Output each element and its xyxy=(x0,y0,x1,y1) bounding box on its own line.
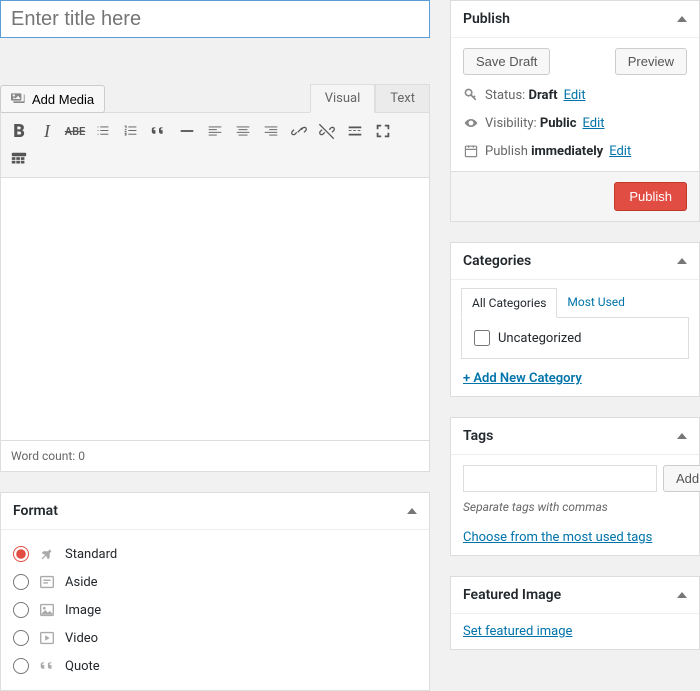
category-tab-most-used[interactable]: Most Used xyxy=(557,288,635,317)
format-radio[interactable] xyxy=(13,546,29,562)
editor-tab-text[interactable]: Text xyxy=(375,84,430,113)
blockquote-button[interactable] xyxy=(145,117,173,145)
tags-help: Separate tags with commas xyxy=(463,500,687,514)
tags-panel-header[interactable]: Tags xyxy=(451,418,699,455)
pin-icon xyxy=(37,544,57,564)
align-center-button[interactable] xyxy=(229,117,257,145)
numbered-list-button[interactable] xyxy=(117,117,145,145)
format-option-standard[interactable]: Standard xyxy=(13,540,417,568)
collapse-icon xyxy=(677,592,687,598)
editor-tab-visual[interactable]: Visual xyxy=(310,84,376,113)
collapse-icon xyxy=(677,258,687,264)
editor-toolbar: B I ABE xyxy=(1,113,429,178)
link-button[interactable] xyxy=(285,117,313,145)
hr-button[interactable] xyxy=(173,117,201,145)
strikethrough-button[interactable]: ABE xyxy=(61,117,89,145)
content-area[interactable] xyxy=(1,178,429,440)
category-tab-all[interactable]: All Categories xyxy=(461,288,557,318)
eye-icon xyxy=(463,115,479,131)
set-featured-image-link[interactable]: Set featured image xyxy=(463,624,572,639)
add-category-link[interactable]: + Add New Category xyxy=(463,371,582,386)
publish-title: Publish xyxy=(463,11,510,27)
italic-button[interactable]: I xyxy=(33,117,61,145)
align-left-button[interactable] xyxy=(201,117,229,145)
format-label: Aside xyxy=(65,575,98,590)
category-label: Uncategorized xyxy=(498,331,581,346)
media-icon xyxy=(11,91,27,107)
edit-status-link[interactable]: Edit xyxy=(564,88,586,103)
add-tag-button[interactable]: Add xyxy=(663,465,700,492)
tags-title: Tags xyxy=(463,428,493,444)
calendar-icon xyxy=(463,143,479,159)
collapse-icon xyxy=(677,433,687,439)
toolbar-toggle-button[interactable] xyxy=(5,145,33,173)
format-option-video[interactable]: Video xyxy=(13,624,417,652)
format-radio[interactable] xyxy=(13,630,29,646)
featured-image-title: Featured Image xyxy=(463,587,561,603)
edit-schedule-link[interactable]: Edit xyxy=(609,144,631,159)
quote-icon xyxy=(37,656,57,676)
format-panel-header[interactable]: Format xyxy=(1,493,429,530)
save-draft-button[interactable]: Save Draft xyxy=(463,48,550,75)
unlink-button[interactable] xyxy=(313,117,341,145)
add-media-label: Add Media xyxy=(32,92,94,107)
collapse-icon xyxy=(407,508,417,514)
format-label: Quote xyxy=(65,659,100,674)
key-icon xyxy=(463,87,479,103)
aside-icon xyxy=(37,572,57,592)
bullet-list-button[interactable] xyxy=(89,117,117,145)
format-radio[interactable] xyxy=(13,602,29,618)
video-icon xyxy=(37,628,57,648)
fullscreen-button[interactable] xyxy=(369,117,397,145)
publish-panel-header[interactable]: Publish xyxy=(451,1,699,38)
choose-tags-link[interactable]: Choose from the most used tags xyxy=(463,530,652,545)
word-count: Word count: 0 xyxy=(1,440,429,471)
format-label: Image xyxy=(65,603,101,618)
format-radio[interactable] xyxy=(13,658,29,674)
format-radio[interactable] xyxy=(13,574,29,590)
format-option-aside[interactable]: Aside xyxy=(13,568,417,596)
collapse-icon xyxy=(677,16,687,22)
featured-image-panel-header[interactable]: Featured Image xyxy=(451,577,699,614)
category-checkbox[interactable] xyxy=(474,330,490,346)
publish-button[interactable]: Publish xyxy=(614,182,687,211)
format-label: Standard xyxy=(65,547,117,562)
categories-panel-header[interactable]: Categories xyxy=(451,243,699,280)
format-option-quote[interactable]: Quote xyxy=(13,652,417,680)
bold-button[interactable]: B xyxy=(5,117,33,145)
align-right-button[interactable] xyxy=(257,117,285,145)
readmore-button[interactable] xyxy=(341,117,369,145)
editor: B I ABE Word count: 0 xyxy=(0,112,430,472)
title-input[interactable] xyxy=(0,0,430,38)
add-media-button[interactable]: Add Media xyxy=(0,85,105,113)
format-title: Format xyxy=(13,503,58,519)
format-label: Video xyxy=(65,631,98,646)
preview-button[interactable]: Preview xyxy=(615,48,687,75)
category-item[interactable]: Uncategorized xyxy=(474,330,676,346)
edit-visibility-link[interactable]: Edit xyxy=(583,116,605,131)
image-icon xyxy=(37,600,57,620)
categories-title: Categories xyxy=(463,253,531,269)
format-option-image[interactable]: Image xyxy=(13,596,417,624)
tags-input[interactable] xyxy=(463,465,657,492)
